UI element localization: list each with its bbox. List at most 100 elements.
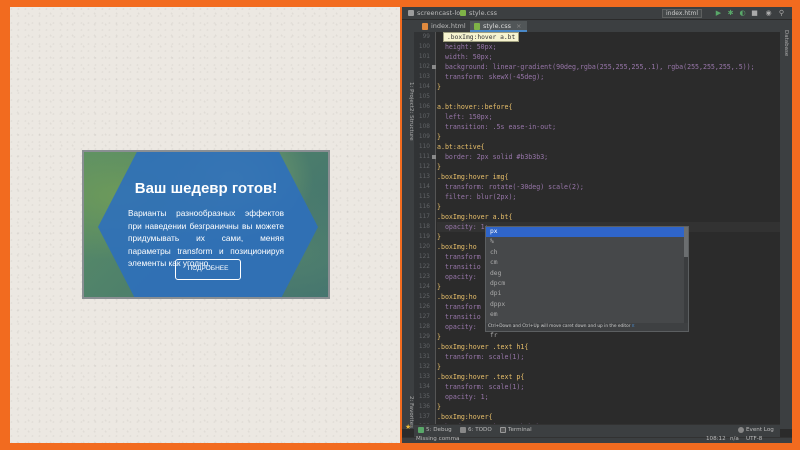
tab-style-css[interactable]: style.css × <box>470 21 528 32</box>
code-line[interactable]: opacity: 1; <box>437 392 780 402</box>
breadcrumb-file[interactable]: style.css <box>460 9 497 17</box>
line-number: 123 <box>414 272 435 282</box>
event-log-icon <box>738 427 744 433</box>
code-line[interactable]: .boxImg:hover .text p{ <box>437 372 780 382</box>
line-number: 117 <box>414 212 435 222</box>
line-number-text: 137 <box>418 414 430 420</box>
code-line[interactable]: } <box>437 202 780 212</box>
status-bar: Missing comma 108:12 n/a UTF-8 <box>402 436 792 443</box>
terminal-tool-button[interactable]: Terminal <box>500 427 532 433</box>
debug-icon[interactable]: ✱ <box>726 9 735 18</box>
line-number-text: 110 <box>418 144 430 150</box>
autocomplete-item[interactable]: ch <box>486 248 688 258</box>
line-number-text: 132 <box>418 364 430 370</box>
code-line[interactable]: } <box>437 162 780 172</box>
code-line[interactable]: transform: scale(1); <box>437 352 780 362</box>
code-line[interactable]: background: linear-gradient(90deg,rgba(2… <box>437 62 780 72</box>
code-line[interactable]: border: 2px solid #b3b3b3; <box>437 152 780 162</box>
autocomplete-item[interactable]: deg <box>486 269 688 279</box>
event-log-button[interactable]: Event Log <box>738 427 774 433</box>
code-line[interactable]: transform: rotate(-30deg) scale(2); <box>437 182 780 192</box>
code-line[interactable]: transform: scale(1); <box>437 382 780 392</box>
code-line[interactable]: .boxImg:hover .text h1{ <box>437 342 780 352</box>
line-number-text: 120 <box>418 244 430 250</box>
line-number: 115 <box>414 192 435 202</box>
css-file-icon <box>460 10 466 16</box>
autocomplete-item[interactable]: cm <box>486 258 688 268</box>
code-line[interactable]: .boxImg:hover img{ <box>437 172 780 182</box>
autocomplete-item[interactable]: px <box>486 227 688 238</box>
line-number: 119 <box>414 232 435 242</box>
build-icon[interactable]: ■ <box>750 9 759 18</box>
code-text: .boxImg:hover img{ <box>437 173 509 181</box>
code-line[interactable]: left: 150px; <box>437 112 780 122</box>
autocomplete-item[interactable]: % <box>486 237 688 247</box>
line-number-text: 119 <box>418 234 430 240</box>
line-number-text: 103 <box>418 74 430 80</box>
run-config-select[interactable]: index.html <box>662 9 702 18</box>
autocomplete-item[interactable]: dpi <box>486 289 688 299</box>
line-number-text: 104 <box>418 84 430 90</box>
autocomplete-item[interactable]: dpcm <box>486 279 688 289</box>
tab-label: style.css <box>483 22 511 30</box>
coverage-icon[interactable]: ◐ <box>738 9 747 18</box>
more-button[interactable]: ПОДРОБНЕЕ <box>175 259 241 280</box>
code-line[interactable]: } <box>437 82 780 92</box>
autocomplete-item[interactable]: em <box>486 310 688 320</box>
code-line[interactable]: height: 50px; <box>437 42 780 52</box>
code-text: .boxImg:ho <box>437 243 477 251</box>
code-line[interactable]: transition: .5s ease-in-out; <box>437 122 780 132</box>
line-number-text: 107 <box>418 114 430 120</box>
autocomplete-item[interactable]: dppx <box>486 300 688 310</box>
code-line[interactable] <box>437 92 780 102</box>
line-number: 136 <box>414 402 435 412</box>
hint-link[interactable]: π <box>632 324 635 329</box>
code-line[interactable]: width: 50px; <box>437 52 780 62</box>
code-text: opacity: <box>437 323 477 331</box>
code-text: transform: skewX(-45deg); <box>437 73 545 81</box>
line-number: 103 <box>414 72 435 82</box>
code-line[interactable]: .boxImg:hover{ <box>437 412 780 422</box>
code-line[interactable]: a.bt:active{ <box>437 142 780 152</box>
search-icon[interactable]: ⚲ <box>777 9 786 18</box>
tool-window-database[interactable]: Database <box>783 30 789 56</box>
css-file-icon <box>474 23 480 30</box>
stop-icon[interactable]: ◉ <box>764 9 773 18</box>
popup-scrollbar[interactable] <box>684 227 688 324</box>
code-line[interactable]: } <box>437 362 780 372</box>
folder-icon <box>408 10 414 16</box>
file-encoding[interactable]: UTF-8 <box>746 436 762 442</box>
caret-position[interactable]: 108:12 <box>706 436 726 442</box>
code-line[interactable]: a.bt:hover::before{ <box>437 102 780 112</box>
line-number: 129 <box>414 332 435 342</box>
todo-tool-button[interactable]: 6: TODO <box>460 427 492 433</box>
run-icon[interactable]: ▶ <box>714 9 723 18</box>
code-text: filter: blur(2px); <box>437 193 517 201</box>
debug-icon <box>418 427 424 433</box>
close-icon[interactable]: × <box>516 22 521 30</box>
right-tool-stripe: Database <box>780 20 792 429</box>
color-marker-icon[interactable] <box>432 155 436 159</box>
debug-tool-button[interactable]: 5: Debug <box>418 427 452 433</box>
code-line[interactable]: transform: skewX(-45deg); <box>437 72 780 82</box>
hover-card[interactable]: Ваш шедевр готов! Варианты разнообразных… <box>82 150 330 299</box>
code-line[interactable]: } <box>437 402 780 412</box>
breadcrumb-project[interactable]: screencast-loc <box>408 9 464 17</box>
code-text: transform: scale(1); <box>437 353 525 361</box>
code-text: } <box>437 133 441 141</box>
color-marker-icon[interactable] <box>432 65 436 69</box>
code-line[interactable]: .boxImg:hover a.bt{ <box>437 212 780 222</box>
line-number: 126 <box>414 302 435 312</box>
browser-preview: Ваш шедевр готов! Варианты разнообразных… <box>10 7 400 443</box>
scrollbar-thumb[interactable] <box>684 227 688 257</box>
autocomplete-item[interactable]: fr <box>486 331 688 341</box>
code-text: } <box>437 203 441 211</box>
line-number: 131 <box>414 352 435 362</box>
code-text: .boxImg:hover .text p{ <box>437 373 525 381</box>
line-number: 101 <box>414 52 435 62</box>
code-line[interactable]: } <box>437 132 780 142</box>
code-line[interactable]: filter: blur(2px); <box>437 192 780 202</box>
line-separator[interactable]: n/a <box>730 436 739 442</box>
code-text: opacity: <box>437 273 477 281</box>
line-number-text: 134 <box>418 384 430 390</box>
